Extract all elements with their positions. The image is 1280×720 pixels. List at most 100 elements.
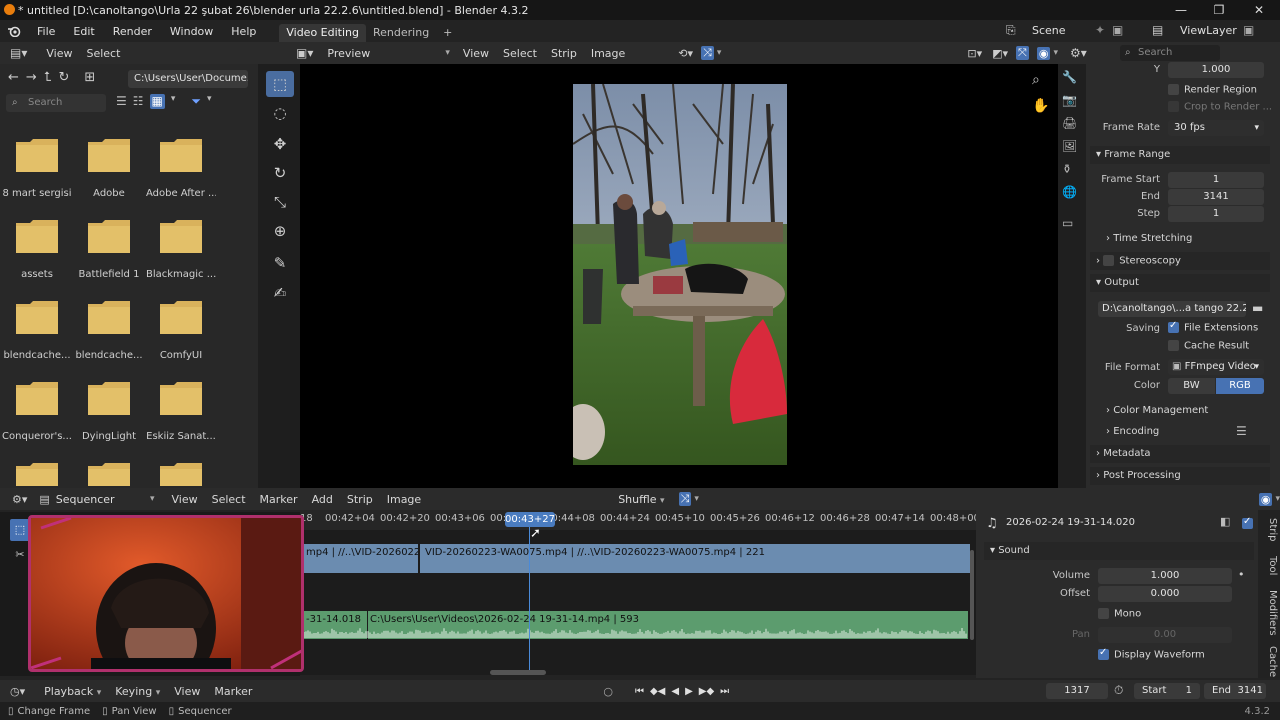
filter-dropdown-icon[interactable]: ▾ (207, 94, 212, 109)
sidebar-tab-tool[interactable]: Tool (1262, 556, 1278, 575)
horizontal-scrollbar[interactable] (490, 670, 546, 675)
folder-icon[interactable] (158, 460, 204, 486)
current-frame-field[interactable]: 1317 (1046, 683, 1108, 699)
start-frame-field[interactable]: Start 1 (1134, 683, 1200, 699)
parent-dir-icon[interactable]: ⮤ (44, 70, 52, 85)
current-time-indicator[interactable]: 00:43+27 (505, 512, 555, 527)
render-region-checkbox[interactable]: Render Region (1168, 84, 1257, 96)
output-path-field[interactable]: D:\canoltango\...a tango 22.2.26 (1098, 301, 1246, 317)
color-management-section[interactable]: › Color Management (1106, 405, 1208, 416)
filter-icon[interactable]: ⏷ (191, 94, 201, 109)
forward-icon[interactable]: → (26, 70, 37, 85)
frame-rate-dropdown[interactable]: 30 fps ▾ (1168, 120, 1264, 136)
seq-overlay-icon[interactable]: ◉ (1258, 492, 1273, 506)
strip-name-field[interactable]: 2026-02-24 19-31-14.020 (1006, 515, 1212, 531)
pan-field[interactable]: 0.00 (1098, 627, 1232, 643)
playhead-line[interactable] (529, 527, 530, 675)
strip-color-icon[interactable]: ◧ (1220, 515, 1230, 528)
timeline-editor-icon[interactable]: ◷▾ (10, 685, 25, 698)
video-strip-left[interactable]: mp4 | //..\VID-2026022 (304, 544, 418, 573)
new-scene-icon[interactable]: ▣ (1112, 23, 1123, 37)
seq-editor-icon[interactable]: ⚙▾ (12, 493, 27, 506)
output-section[interactable]: ▾ Output (1096, 277, 1139, 288)
folder-item[interactable]: blendcache... (2, 298, 72, 361)
seq-select-tool[interactable]: ⬚ (10, 519, 30, 541)
annotate-tool[interactable]: ✍ (266, 280, 294, 306)
pivot-icon[interactable]: ⟲▾ (678, 47, 693, 60)
preview-range-icon[interactable]: ⏱ (1114, 683, 1123, 698)
folder-item[interactable]: Adobe After ... (146, 136, 216, 199)
file-format-dropdown[interactable]: ▣ FFmpeg Video ▾ (1168, 359, 1264, 375)
fb-search-input[interactable]: ⌕ Search (6, 94, 106, 112)
seq-menu-strip[interactable]: Strip (340, 493, 380, 506)
color-rgb-button[interactable]: RGB (1216, 378, 1264, 394)
offset-field[interactable]: 0.000 (1098, 586, 1232, 602)
scene-tab-icon[interactable]: ⚱ (1062, 162, 1077, 176)
volume-keyframe-icon[interactable]: • (1238, 568, 1245, 581)
y-field[interactable]: 1.000 (1168, 62, 1264, 78)
play-reverse-icon[interactable]: ◀ (671, 686, 679, 697)
fb-path-field[interactable]: C:\Users\User\Docume... (128, 70, 248, 88)
fb-menu-select[interactable]: Select (79, 47, 127, 60)
scene-name[interactable]: Scene (1032, 24, 1066, 37)
minimize-icon[interactable]: — (1174, 3, 1188, 17)
display-waveform-checkbox[interactable]: Display Waveform (1098, 647, 1205, 661)
seq-menu-select[interactable]: Select (205, 493, 253, 506)
color-bw-button[interactable]: BW (1168, 378, 1215, 394)
timeline-menu-view[interactable]: View (167, 685, 207, 698)
sample-tool[interactable]: ◌ (266, 100, 294, 126)
folder-item[interactable]: 8 mart sergisi (2, 136, 72, 199)
maximize-icon[interactable]: ❐ (1212, 3, 1226, 17)
video-strip-right[interactable]: VID-20260223-WA0075.mp4 | //..\VID-20260… (420, 544, 970, 573)
preview-mode-dropdown[interactable]: Preview (327, 47, 433, 60)
snap-dropdown-icon[interactable]: ▾ (717, 48, 722, 58)
frame-start-field[interactable]: 1 (1168, 172, 1264, 188)
fb-menu-view[interactable]: View (39, 47, 79, 60)
overlay-gizmo-icon[interactable]: ◩▾ (992, 47, 1008, 60)
metadata-section[interactable]: › Metadata (1096, 448, 1151, 459)
scene-icon[interactable]: ⎘ (1006, 23, 1022, 39)
folder-browse-icon[interactable]: ▬ (1252, 301, 1263, 315)
menu-window[interactable]: Window (161, 25, 222, 38)
stereoscopy-section[interactable]: › Stereoscopy (1096, 255, 1181, 267)
jump-end-icon[interactable]: ⏭ (720, 686, 729, 697)
thumbnail-view-icon[interactable]: ▦ (149, 94, 165, 109)
move-tool[interactable]: ✥ (266, 131, 294, 157)
timeline-menu-keying[interactable]: Keying ▾ (108, 685, 167, 698)
seq-overlay-dropdown-icon[interactable]: ▾ (1275, 494, 1280, 504)
jump-start-icon[interactable]: ⏮ (635, 686, 644, 697)
scale-tool[interactable]: ⤡ (266, 189, 294, 215)
world-tab-icon[interactable]: 🌐 (1062, 185, 1077, 199)
folder-item[interactable]: Blackmagic ... (146, 217, 216, 280)
file-extensions-checkbox[interactable]: File Extensions (1168, 320, 1258, 334)
menu-help[interactable]: Help (222, 25, 265, 38)
new-folder-icon[interactable]: ⊞ (84, 70, 95, 85)
gizmo-toggle-icon[interactable]: ⤧ (1016, 46, 1029, 60)
rotate-tool[interactable]: ↻ (266, 160, 294, 186)
pin-icon[interactable]: ✦ (1095, 23, 1105, 37)
viewlayer-name[interactable]: ViewLayer (1180, 24, 1237, 37)
folder-item[interactable]: blendcache... (74, 298, 144, 361)
seq-blade-tool[interactable]: ✂ (10, 548, 30, 568)
preview-menu-view[interactable]: View (456, 47, 496, 60)
folder-item[interactable]: Eskiiz Sanat... (146, 379, 216, 442)
encoding-section[interactable]: › Encoding (1106, 426, 1159, 437)
sequencer-type-dropdown[interactable]: Sequencer (56, 493, 150, 506)
display-dropdown-icon[interactable]: ▾ (171, 94, 176, 109)
encoding-presets-icon[interactable]: ☰ (1236, 424, 1247, 438)
blender-menu-icon[interactable] (0, 25, 28, 37)
sidebar-tab-modifiers[interactable]: Modifiers (1262, 590, 1278, 636)
display-channels-icon[interactable]: ⊡▾ (967, 47, 982, 60)
time-stretching-section[interactable]: › Time Stretching (1106, 233, 1192, 244)
menu-file[interactable]: File (28, 25, 64, 38)
folder-icon[interactable] (86, 460, 132, 486)
transform-tool[interactable]: ⊕ (266, 218, 294, 244)
editor-type-icon[interactable]: ▤▾ (10, 46, 27, 60)
cache-result-checkbox[interactable]: Cache Result (1168, 340, 1249, 352)
properties-search-input[interactable]: ⌕ Search (1120, 45, 1220, 61)
preview-menu-select[interactable]: Select (496, 47, 544, 60)
back-icon[interactable]: ← (8, 70, 19, 85)
seq-menu-marker[interactable]: Marker (253, 493, 305, 506)
menu-render[interactable]: Render (104, 25, 161, 38)
snap-icon[interactable]: ⤨ (701, 46, 714, 60)
